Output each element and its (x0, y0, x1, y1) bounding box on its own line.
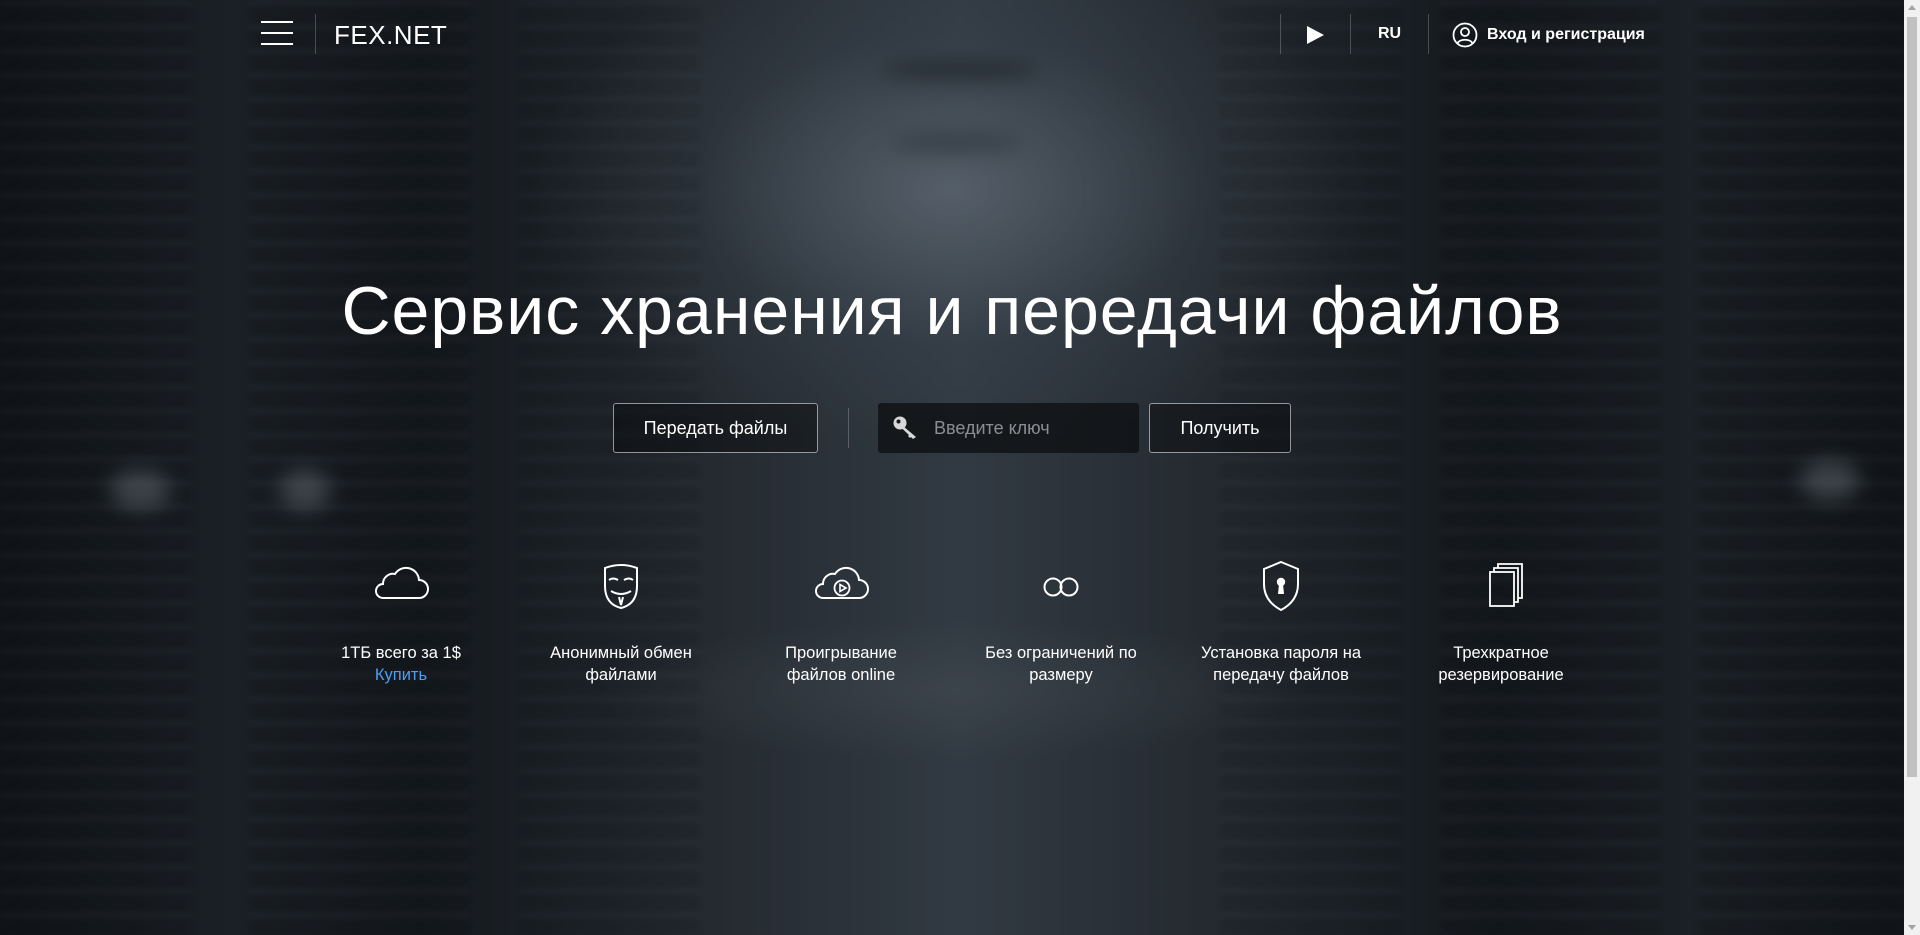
send-files-button[interactable]: Передать файлы (613, 403, 818, 453)
key-field (878, 403, 1139, 453)
feature-item-no-limits: Без ограничений по размеру (961, 560, 1161, 686)
background-image (0, 0, 1920, 935)
scroll-down-icon[interactable] (1908, 925, 1916, 930)
login-register-link[interactable]: Вход и регистрация (1452, 21, 1645, 49)
user-icon (1452, 22, 1478, 48)
divider (315, 14, 316, 54)
page-title: Сервис хранения и передачи файлов (341, 273, 1563, 349)
shield-lock-icon (1263, 560, 1299, 612)
cloud-play-icon (815, 566, 869, 599)
feature-item-storage: 1ТБ всего за 1$ Купить (301, 560, 501, 686)
feature-label: 1ТБ всего за 1$ (341, 644, 461, 662)
feature-label: Проигрывание файлов online (785, 644, 897, 684)
cloud-icon (375, 566, 429, 599)
feature-label: Установка пароля на передачу файлов (1200, 644, 1362, 684)
feature-label: Без ограничений по размеру (985, 644, 1137, 684)
key-input[interactable] (934, 403, 1129, 453)
infinity-icon (1043, 577, 1079, 597)
feature-item-anonymous: Анонимный обмен файлами (521, 560, 721, 686)
feature-label: Трехкратное резервирование (1438, 644, 1564, 684)
buy-link[interactable]: Купить (301, 664, 501, 686)
features-list: 1ТБ всего за 1$ Купить Анонимный обмен фа… (0, 560, 1904, 700)
play-icon[interactable] (1304, 23, 1326, 47)
hamburger-menu-icon[interactable] (261, 21, 295, 49)
top-navbar: FEX.NET RU Вход и регистрация (0, 0, 1920, 70)
feature-label: Анонимный обмен файлами (550, 644, 692, 684)
scrollbar-thumb[interactable] (1907, 17, 1917, 777)
site-logo[interactable]: FEX.NET (334, 20, 447, 51)
anonymous-mask-icon (604, 564, 638, 610)
language-switcher[interactable]: RU (1378, 25, 1401, 43)
key-icon (893, 416, 916, 439)
feature-item-password: Установка пароля на передачу файлов (1181, 560, 1381, 686)
login-label: Вход и регистрация (1487, 26, 1645, 43)
divider (1428, 14, 1429, 54)
copies-icon (1489, 563, 1523, 607)
transfer-actions: Передать файлы Получить (0, 403, 1904, 453)
page-scrollbar[interactable] (1904, 0, 1920, 935)
get-files-button[interactable]: Получить (1149, 403, 1291, 453)
divider (848, 408, 849, 448)
divider (1280, 14, 1281, 54)
feature-item-online-play: Проигрывание файлов online (741, 560, 941, 686)
divider (1350, 14, 1351, 54)
feature-item-backup: Трехкратное резервирование (1401, 560, 1601, 686)
scroll-up-icon[interactable] (1908, 5, 1916, 10)
